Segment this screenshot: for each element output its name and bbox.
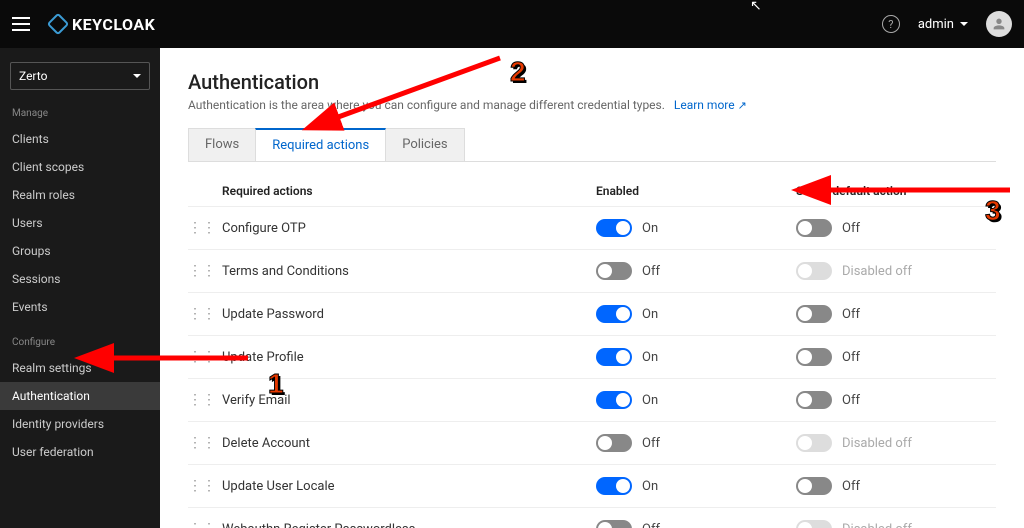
enabled-toggle[interactable] <box>596 305 632 323</box>
row-name: Update Password <box>218 307 596 322</box>
table-row: ⋮⋮Update Password On Off <box>188 292 996 335</box>
enabled-toggle[interactable] <box>596 434 632 452</box>
sidebar-item-sessions[interactable]: Sessions <box>0 265 160 293</box>
row-name: Verify Email <box>218 393 596 408</box>
default-label: Off <box>842 221 860 236</box>
enabled-toggle[interactable] <box>596 262 632 280</box>
chevron-down-icon <box>960 22 968 26</box>
default-label: Disabled off <box>842 264 912 279</box>
row-name: Configure OTP <box>218 221 596 236</box>
enabled-label: On <box>642 350 658 365</box>
default-toggle[interactable] <box>796 391 832 409</box>
drag-handle-icon[interactable]: ⋮⋮ <box>188 220 218 236</box>
default-toggle <box>796 520 832 528</box>
user-label: admin <box>918 17 954 32</box>
default-toggle[interactable] <box>796 477 832 495</box>
sidebar-item-authentication[interactable]: Authentication <box>0 382 160 410</box>
default-label: Disabled off <box>842 522 912 528</box>
col-header-enabled: Enabled <box>596 184 796 198</box>
enabled-label: On <box>642 393 658 408</box>
page-description: Authentication is the area where you can… <box>188 98 996 112</box>
cursor-icon: ↖ <box>750 0 762 14</box>
sidebar-item-realm-settings[interactable]: Realm settings <box>0 354 160 382</box>
topbar: KEYCLOAK ? admin ↖ <box>0 0 1024 48</box>
enabled-label: On <box>642 307 658 322</box>
logo: KEYCLOAK <box>50 15 155 34</box>
default-label: Off <box>842 393 860 408</box>
table-row: ⋮⋮Terms and Conditions Off Disabled off <box>188 249 996 292</box>
page-title: Authentication <box>188 70 996 94</box>
enabled-toggle[interactable] <box>596 348 632 366</box>
menu-toggle-icon[interactable] <box>12 12 36 36</box>
table-row: ⋮⋮Update Profile On Off <box>188 335 996 378</box>
enabled-label: Off <box>642 436 660 451</box>
sidebar-item-identity-providers[interactable]: Identity providers <box>0 410 160 438</box>
tab-required-actions[interactable]: Required actions <box>255 128 386 161</box>
sidebar-item-groups[interactable]: Groups <box>0 237 160 265</box>
row-name: Update Profile <box>218 350 596 365</box>
enabled-label: Off <box>642 264 660 279</box>
col-header-default: Set as default action <box>796 184 996 198</box>
table-row: ⋮⋮Configure OTP On Off <box>188 206 996 249</box>
default-toggle[interactable] <box>796 348 832 366</box>
enabled-label: On <box>642 479 658 494</box>
help-icon[interactable]: ? <box>882 15 900 33</box>
realm-selected-label: Zerto <box>19 69 47 83</box>
tabs: FlowsRequired actionsPolicies <box>188 128 996 162</box>
section-manage-label: Manage <box>0 102 160 125</box>
drag-handle-icon[interactable]: ⋮⋮ <box>188 478 218 494</box>
drag-handle-icon[interactable]: ⋮⋮ <box>188 263 218 279</box>
drag-handle-icon[interactable]: ⋮⋮ <box>188 521 218 528</box>
sidebar-item-client-scopes[interactable]: Client scopes <box>0 153 160 181</box>
logo-text: KEYCLOAK <box>72 15 155 34</box>
drag-handle-icon[interactable]: ⋮⋮ <box>188 392 218 408</box>
row-name: Webauthn Register Passwordless <box>218 522 596 528</box>
table-row: ⋮⋮Update User Locale On Off <box>188 464 996 507</box>
user-menu[interactable]: admin <box>918 17 968 32</box>
default-toggle <box>796 262 832 280</box>
enabled-label: On <box>642 221 658 236</box>
col-header-name: Required actions <box>218 184 596 198</box>
sidebar-item-user-federation[interactable]: User federation <box>0 438 160 466</box>
realm-selector[interactable]: Zerto <box>10 62 150 90</box>
learn-more-link[interactable]: Learn more ↗ <box>674 98 747 112</box>
default-toggle[interactable] <box>796 219 832 237</box>
enabled-label: Off <box>642 522 660 528</box>
table-header: Required actions Enabled Set as default … <box>188 176 996 206</box>
row-name: Update User Locale <box>218 479 596 494</box>
table-row: ⋮⋮Webauthn Register Passwordless Off Disab… <box>188 507 996 528</box>
external-link-icon: ↗ <box>738 99 747 112</box>
enabled-toggle[interactable] <box>596 391 632 409</box>
sidebar-item-events[interactable]: Events <box>0 293 160 321</box>
tab-policies[interactable]: Policies <box>385 128 464 161</box>
default-label: Off <box>842 479 860 494</box>
table-row: ⋮⋮Delete Account Off Disabled off <box>188 421 996 464</box>
sidebar: Zerto Manage ClientsClient scopesRealm r… <box>0 48 160 528</box>
drag-handle-icon[interactable]: ⋮⋮ <box>188 435 218 451</box>
sidebar-item-users[interactable]: Users <box>0 209 160 237</box>
drag-handle-icon[interactable]: ⋮⋮ <box>188 349 218 365</box>
avatar[interactable] <box>986 11 1012 37</box>
sidebar-item-realm-roles[interactable]: Realm roles <box>0 181 160 209</box>
chevron-down-icon <box>133 74 141 78</box>
row-name: Terms and Conditions <box>218 264 596 279</box>
default-toggle <box>796 434 832 452</box>
default-label: Off <box>842 307 860 322</box>
table-row: ⋮⋮Verify Email On Off <box>188 378 996 421</box>
row-name: Delete Account <box>218 436 596 451</box>
sidebar-item-clients[interactable]: Clients <box>0 125 160 153</box>
enabled-toggle[interactable] <box>596 219 632 237</box>
section-configure-label: Configure <box>0 331 160 354</box>
main-content: Authentication Authentication is the are… <box>160 48 1024 528</box>
logo-icon <box>47 13 70 36</box>
enabled-toggle[interactable] <box>596 520 632 528</box>
drag-handle-icon[interactable]: ⋮⋮ <box>188 306 218 322</box>
default-label: Off <box>842 350 860 365</box>
tab-flows[interactable]: Flows <box>188 128 256 161</box>
default-label: Disabled off <box>842 436 912 451</box>
default-toggle[interactable] <box>796 305 832 323</box>
enabled-toggle[interactable] <box>596 477 632 495</box>
